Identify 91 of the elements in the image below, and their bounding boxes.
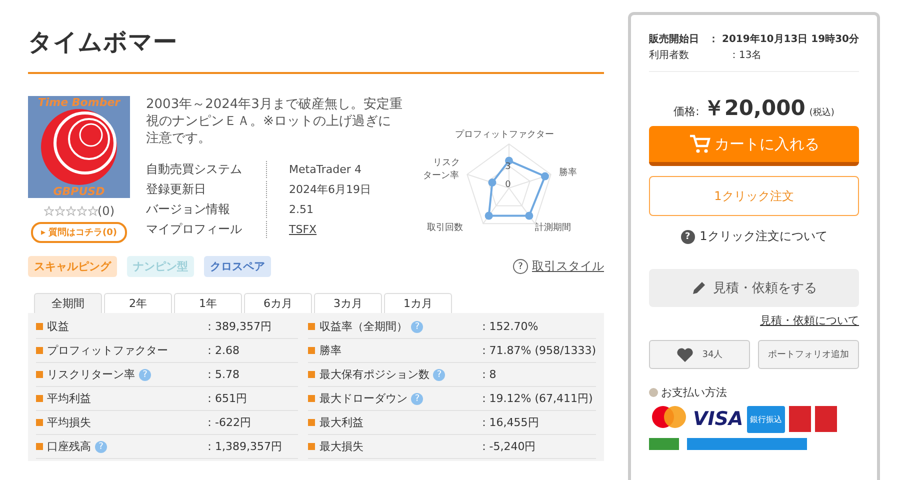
add-to-portfolio-button[interactable]: ポートフォリオ追加 bbox=[758, 340, 859, 369]
cart-icon bbox=[688, 134, 710, 154]
bullet-icon bbox=[36, 371, 43, 378]
info-label: バージョン情報 bbox=[146, 200, 267, 218]
radar-axis-label: 勝率 bbox=[559, 168, 578, 179]
radar-axis-label: ターン率 bbox=[423, 171, 460, 182]
stat-label: 最大保有ポジション数 bbox=[319, 367, 430, 382]
price-label: 価格: bbox=[674, 104, 700, 119]
info-label: 自動売買システム bbox=[146, 160, 267, 178]
stat-label: 勝率 bbox=[319, 343, 342, 358]
stat-label: 最大ドローダウン bbox=[319, 391, 408, 406]
estimate-button[interactable]: 見積・依頼をする bbox=[649, 269, 859, 307]
description-text: 2003年～2024年3月まで破産無し。安定重視のナンピンＥＡ。※ロットの上げ過ぎに注意です。 bbox=[146, 96, 404, 147]
bullet-icon bbox=[649, 388, 658, 397]
bullet-icon bbox=[36, 395, 43, 402]
bullet-icon bbox=[308, 395, 316, 402]
sale-info-label: 販売開始日 bbox=[649, 32, 700, 46]
bullet-icon bbox=[308, 419, 316, 426]
profile-link[interactable]: TSFX bbox=[289, 222, 317, 236]
visa-logo: VISA bbox=[693, 408, 744, 430]
stat-label: リスクリターン率 bbox=[47, 367, 135, 382]
page-title: タイムボマー bbox=[28, 26, 604, 74]
radar-tick-label: 3 bbox=[505, 162, 511, 172]
period-tab[interactable]: 1年 bbox=[174, 293, 242, 313]
stat-label: 収益 bbox=[47, 319, 69, 334]
info-value: MetaTrader 4 bbox=[289, 162, 362, 176]
radar-axis-label: リスク bbox=[433, 158, 460, 169]
trade-style-link[interactable]: 取引スタイル bbox=[532, 258, 604, 275]
star-icon bbox=[66, 206, 76, 216]
stat-label: 平均利益 bbox=[47, 391, 91, 406]
pen-icon bbox=[691, 280, 707, 296]
bullet-icon bbox=[308, 347, 316, 354]
bank-transfer-logo: 銀行振込 bbox=[747, 406, 786, 432]
period-tab[interactable]: 2年 bbox=[104, 293, 172, 313]
bullet-icon bbox=[308, 371, 316, 378]
bullet-icon bbox=[308, 323, 316, 330]
image-caption: GBPUSD bbox=[52, 185, 106, 198]
stat-value: ：389,357円 bbox=[204, 319, 272, 334]
bullet-icon bbox=[308, 443, 316, 450]
star-icon bbox=[88, 206, 98, 216]
tax-note: (税込) bbox=[809, 106, 834, 119]
stat-value: ：-622円 bbox=[204, 415, 251, 430]
radar-axis-label: 計測期間 bbox=[535, 223, 572, 234]
stat-value: ：2.68 bbox=[204, 343, 240, 358]
period-tab[interactable]: 6カ月 bbox=[244, 293, 312, 313]
image-caption: Time Bomber bbox=[36, 96, 122, 109]
stat-value: ：651円 bbox=[204, 391, 247, 406]
bullet-icon bbox=[36, 443, 43, 450]
info-value: 2.51 bbox=[289, 202, 314, 216]
star-icon bbox=[44, 206, 54, 216]
star-icon bbox=[54, 206, 64, 216]
estimate-help-link[interactable]: 見積・依頼について bbox=[760, 313, 859, 328]
sale-info-value: ：13名 bbox=[729, 49, 762, 62]
radar-axis-label: プロフィットファクター bbox=[455, 130, 554, 141]
stat-value: ：5.78 bbox=[204, 367, 240, 382]
stat-label: 口座残高 bbox=[47, 439, 91, 454]
heart-icon bbox=[676, 346, 694, 362]
bullet-icon bbox=[36, 419, 43, 426]
period-tab[interactable]: 全期間 bbox=[34, 293, 102, 313]
help-icon: ? bbox=[513, 259, 528, 274]
style-tag[interactable]: クロスペア bbox=[204, 256, 271, 277]
period-tab[interactable]: 1カ月 bbox=[384, 293, 452, 313]
info-value: 2024年6月19日 bbox=[289, 182, 371, 196]
radar-axis-label: 取引回数 bbox=[427, 223, 464, 234]
star-icon bbox=[76, 206, 86, 216]
stat-label: 平均損失 bbox=[47, 415, 91, 430]
stat-label: 収益率（全期間） bbox=[319, 319, 408, 334]
stat-label: プロフィットファクター bbox=[47, 343, 168, 358]
stat-value: ：71.87% (958/1333) bbox=[478, 343, 596, 358]
info-label: 登録更新日 bbox=[146, 180, 267, 198]
price-amount: ￥20,000 bbox=[703, 95, 806, 122]
bullet-icon bbox=[36, 323, 43, 330]
period-tab[interactable]: 3カ月 bbox=[314, 293, 382, 313]
radar-tick-label: 0 bbox=[505, 180, 511, 190]
stat-value: ：-5,240円 bbox=[478, 439, 536, 454]
sale-info-label: 利用者数 bbox=[649, 48, 690, 62]
stat-label: 最大利益 bbox=[319, 415, 364, 430]
stat-value: ：19.12% (67,411円) bbox=[478, 391, 593, 406]
stat-label: 最大損失 bbox=[319, 439, 364, 454]
stat-value: ：152.70% bbox=[478, 319, 538, 334]
one-click-help-link[interactable]: 1クリック注文について bbox=[700, 228, 828, 245]
bullet-icon bbox=[36, 347, 43, 354]
rating-count: (0) bbox=[98, 204, 114, 218]
favorite-button[interactable]: 34人 bbox=[649, 340, 750, 369]
stat-value: ：16,455円 bbox=[478, 415, 539, 430]
info-label: マイプロフィール bbox=[146, 220, 267, 238]
sale-info-value: ： 2019年10月13日 19時30分 bbox=[708, 32, 859, 46]
payment-methods-heading: お支払い方法 bbox=[661, 385, 727, 400]
help-icon: ? bbox=[680, 230, 695, 244]
stat-value: ：1,389,357円 bbox=[204, 439, 282, 454]
stat-value: ：8 bbox=[478, 367, 496, 382]
